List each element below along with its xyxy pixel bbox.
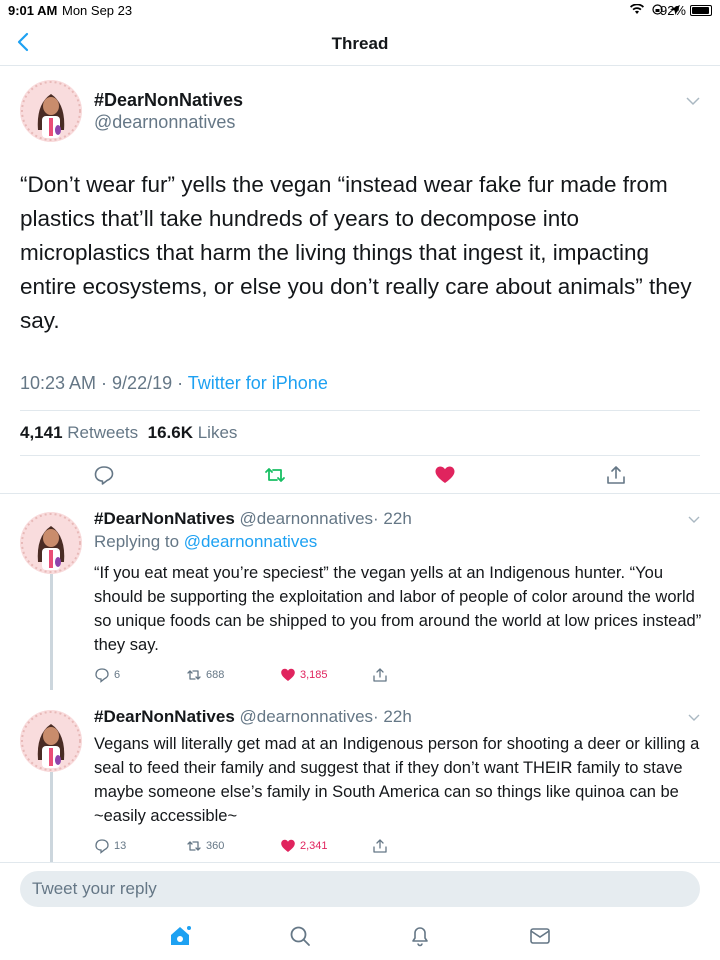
reply-icon[interactable]	[93, 464, 115, 486]
heart-filled-icon[interactable]	[434, 464, 456, 486]
reply-count: 6	[114, 669, 121, 681]
reply-tweet[interactable]: #DearNonNatives @dearnonnatives· 22h Veg…	[0, 692, 720, 862]
like-button[interactable]: 2,341	[280, 838, 328, 854]
messages-icon[interactable]	[528, 924, 552, 948]
avatar[interactable]	[20, 512, 82, 574]
like-button[interactable]: 3,185	[280, 667, 328, 683]
retweet-count: 688	[206, 669, 225, 681]
tweet-text: “Don’t wear fur” yells the vegan “instea…	[20, 172, 692, 333]
tweet-reply-input[interactable]: Tweet your reply	[20, 871, 700, 907]
reply-time: · 22h	[373, 509, 412, 528]
replying-to: Replying to @dearnonnatives	[94, 532, 317, 552]
reply-tweet[interactable]: #DearNonNatives @dearnonnatives· 22h Rep…	[0, 494, 720, 690]
tweet-meta: 10:23 AM · 9/22/19 · Twitter for iPhone	[20, 373, 328, 394]
retweet-label: Retweets	[67, 423, 139, 442]
status-time: 9:01 AM	[8, 3, 58, 18]
battery-icon	[690, 5, 712, 16]
reply-button[interactable]: 6	[94, 667, 120, 683]
tweet-timestamp: 10:23 AM · 9/22/19 ·	[20, 373, 188, 393]
reply-button[interactable]: 13	[94, 838, 126, 854]
search-icon[interactable]	[288, 924, 312, 948]
reply-icon	[95, 839, 109, 854]
replying-label: Replying to	[94, 532, 184, 551]
divider	[20, 455, 700, 456]
reply-header: #DearNonNatives @dearnonnatives· 22h	[94, 707, 412, 727]
heart-filled-icon	[281, 839, 295, 852]
avatar[interactable]	[20, 80, 82, 142]
share-icon[interactable]	[605, 464, 627, 486]
retweet-icon[interactable]	[264, 464, 286, 486]
thread-line	[50, 574, 53, 690]
tweet-stats: 4,141 Retweets 16.6K Likes	[20, 423, 237, 443]
status-bar: 9:01 AM Mon Sep 23 92%	[0, 0, 720, 20]
likes-stat[interactable]: 16.6K Likes	[148, 423, 238, 442]
chevron-down-icon[interactable]	[688, 516, 700, 524]
display-name[interactable]: #DearNonNatives	[94, 509, 235, 528]
retweet-icon	[187, 670, 201, 680]
tweet-source-link[interactable]: Twitter for iPhone	[188, 373, 328, 393]
share-button[interactable]	[372, 838, 388, 854]
retweet-button[interactable]: 688	[186, 667, 224, 683]
retweets-stat[interactable]: 4,141 Retweets	[20, 423, 138, 442]
user-handle[interactable]: @dearnonnatives	[240, 509, 374, 528]
replying-to-handle[interactable]: @dearnonnatives	[184, 532, 318, 551]
chevron-down-icon[interactable]	[686, 96, 700, 106]
user-handle[interactable]: @dearnonnatives	[240, 707, 374, 726]
divider	[20, 410, 700, 411]
display-name[interactable]: #DearNonNatives	[94, 90, 243, 111]
share-icon	[373, 668, 387, 682]
reply-composer: Tweet your reply	[0, 862, 720, 914]
retweet-count: 360	[206, 840, 225, 852]
share-icon	[373, 839, 387, 853]
like-count: 16.6K	[147, 423, 193, 442]
page-title: Thread	[331, 34, 389, 53]
reply-actions: 13 360 2,341	[94, 838, 694, 856]
retweet-icon	[187, 841, 201, 851]
wifi-icon	[630, 3, 645, 15]
nav-bar: Thread	[0, 22, 720, 66]
battery-percent: 92%	[659, 3, 686, 18]
reply-header: #DearNonNatives @dearnonnatives· 22h	[94, 509, 412, 529]
tweet-actions	[0, 464, 720, 488]
thread-line	[50, 772, 53, 862]
user-handle[interactable]: @dearnonnatives	[94, 112, 235, 133]
like-count: 2,341	[300, 840, 328, 852]
share-button[interactable]	[372, 667, 388, 683]
home-icon[interactable]	[168, 924, 192, 948]
tab-bar	[0, 914, 720, 960]
reply-actions: 6 688 3,185	[94, 667, 694, 685]
heart-filled-icon	[281, 668, 295, 681]
display-name[interactable]: #DearNonNatives	[94, 707, 235, 726]
avatar[interactable]	[20, 710, 82, 772]
like-count: 3,185	[300, 669, 328, 681]
reply-text: Vegans will literally get mad at an Indi…	[94, 735, 700, 825]
chevron-down-icon[interactable]	[688, 714, 700, 722]
retweet-count: 4,141	[20, 423, 63, 442]
notifications-icon[interactable]	[408, 924, 432, 948]
reply-text: “If you eat meat you’re speciest” the ve…	[94, 564, 702, 654]
main-tweet: #DearNonNatives @dearnonnatives “Don’t w…	[0, 66, 720, 494]
status-date: Mon Sep 23	[62, 3, 133, 18]
retweet-button[interactable]: 360	[186, 838, 224, 854]
reply-time: · 22h	[373, 707, 412, 726]
reply-count: 13	[114, 840, 127, 852]
like-label: Likes	[197, 423, 238, 442]
reply-icon	[95, 668, 109, 683]
